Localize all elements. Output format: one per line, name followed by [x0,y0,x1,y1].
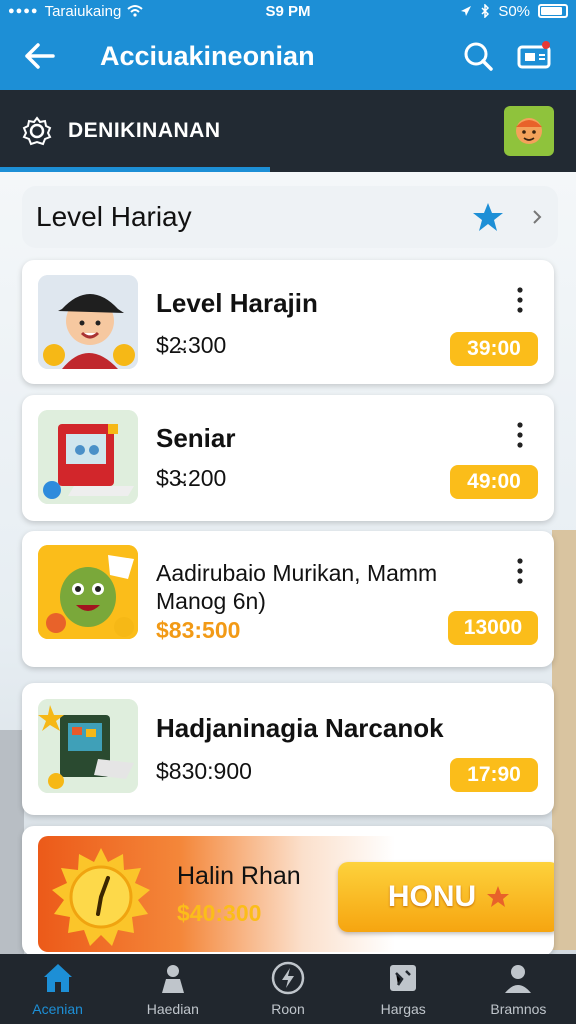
background-building-left [0,730,24,960]
battery-percent: S0% [498,2,530,20]
item-thumbnail [38,410,138,504]
nav-item-hargas[interactable]: Hargas [346,954,461,1024]
nav-label: Acenian [32,1001,83,1017]
promo-price: $40:300 [177,900,262,926]
nav-item-roon[interactable]: Roon [230,954,345,1024]
banner-progress-bar [0,167,270,172]
promo-name: Halin Rhan [177,862,301,890]
promo-card[interactable]: Halin Rhan $40:300 HONU [22,826,554,956]
promo-button-label: HONU [387,880,477,913]
profile-icon [505,965,532,993]
item-name: Hadjaninagia Narcanok [156,713,444,743]
category-banner: DENIKINANAN [0,90,576,172]
carrier-name: Taraiukaing [44,2,122,20]
item-name: Aadirubaio Murikan, Mamm Manog 6n) [156,560,438,614]
battery-icon [538,4,568,18]
more-vertical-icon [517,558,523,584]
bottom-nav: Acenian Haedian Roon Hargas Bramnos [0,954,576,1024]
section-header[interactable]: Level Hariay [22,186,558,248]
location-icon [461,6,472,16]
list-item[interactable]: Seniar $3̴:200 49:00 [22,395,554,521]
back-arrow-icon [25,43,55,69]
more-vertical-icon [517,422,523,448]
item-thumbnail [38,545,138,639]
mailbox-icon [517,41,551,69]
nav-label: Roon [271,1001,305,1017]
nav-label: Haedian [146,1001,199,1017]
nav-item-haedian[interactable]: Haedian [115,954,230,1024]
star-icon[interactable] [472,202,504,232]
notifications-button[interactable] [506,22,562,90]
item-price: $3̴:200 [156,465,227,491]
lightning-icon [271,961,305,995]
nav-item-home[interactable]: Acenian [0,954,115,1024]
more-vertical-icon [517,287,523,313]
user-avatar[interactable] [504,106,554,156]
item-badge[interactable]: 13000 [448,611,538,645]
list-item[interactable]: Aadirubaio Murikan, Mamm Manog 6n) $83:5… [22,531,554,667]
item-name: Level Harajin [156,288,318,318]
item-price: $83:500 [156,617,241,643]
item-thumbnail [38,275,138,369]
list-item[interactable]: Level Harajin $2̴:300 39:00 [22,260,554,384]
background-building-right [552,530,576,950]
item-thumbnail [38,699,138,793]
item-badge[interactable]: 17:90 [450,758,538,792]
signal-dots-icon: ●●●● [8,5,39,17]
item-badge[interactable]: 39:00 [450,332,538,366]
back-button[interactable] [0,22,80,90]
more-options-button[interactable] [508,280,532,320]
gear-icon [22,116,52,146]
more-options-button[interactable] [508,551,532,591]
wifi-icon [127,5,143,17]
arcade-machine-icon [38,699,138,793]
nav-label: Bramnos [490,1001,547,1017]
computer-kiosk-icon [38,410,138,504]
item-badge[interactable]: 49:00 [450,465,538,499]
avatar-character-icon [516,118,542,144]
cartoon-boy-icon [38,275,138,369]
promo-action-button[interactable]: HONU [338,862,554,932]
chevron-right-icon[interactable] [530,208,544,226]
list-item[interactable]: Hadjaninagia Narcanok $830:900 17:90 [22,683,554,815]
status-time: S9 PM [265,2,311,20]
page-title: Acciuakineonian [100,40,315,71]
more-options-button[interactable] [508,415,532,455]
person-icon [161,965,184,993]
nav-item-bramnos[interactable]: Bramnos [461,954,576,1024]
card-icon [390,965,417,991]
nav-label: Hargas [380,1001,426,1017]
star-burst-icon [487,886,510,907]
item-name: Seniar [156,423,236,453]
banner-title: DENIKINANAN [68,119,221,142]
section-title: Level Hariay [36,201,192,232]
app-bar: Acciuakineonian [0,22,576,90]
item-price: $2̴:300 [156,332,227,358]
sun-clock-icon [52,848,150,946]
home-icon [43,964,72,992]
status-bar: ●●●● Taraiukaing S9 PM S0% [0,0,576,22]
green-monster-icon [38,545,138,639]
item-price: $830:900 [156,758,252,784]
search-button[interactable] [450,22,506,90]
search-icon [464,42,493,71]
bluetooth-icon [481,4,490,18]
